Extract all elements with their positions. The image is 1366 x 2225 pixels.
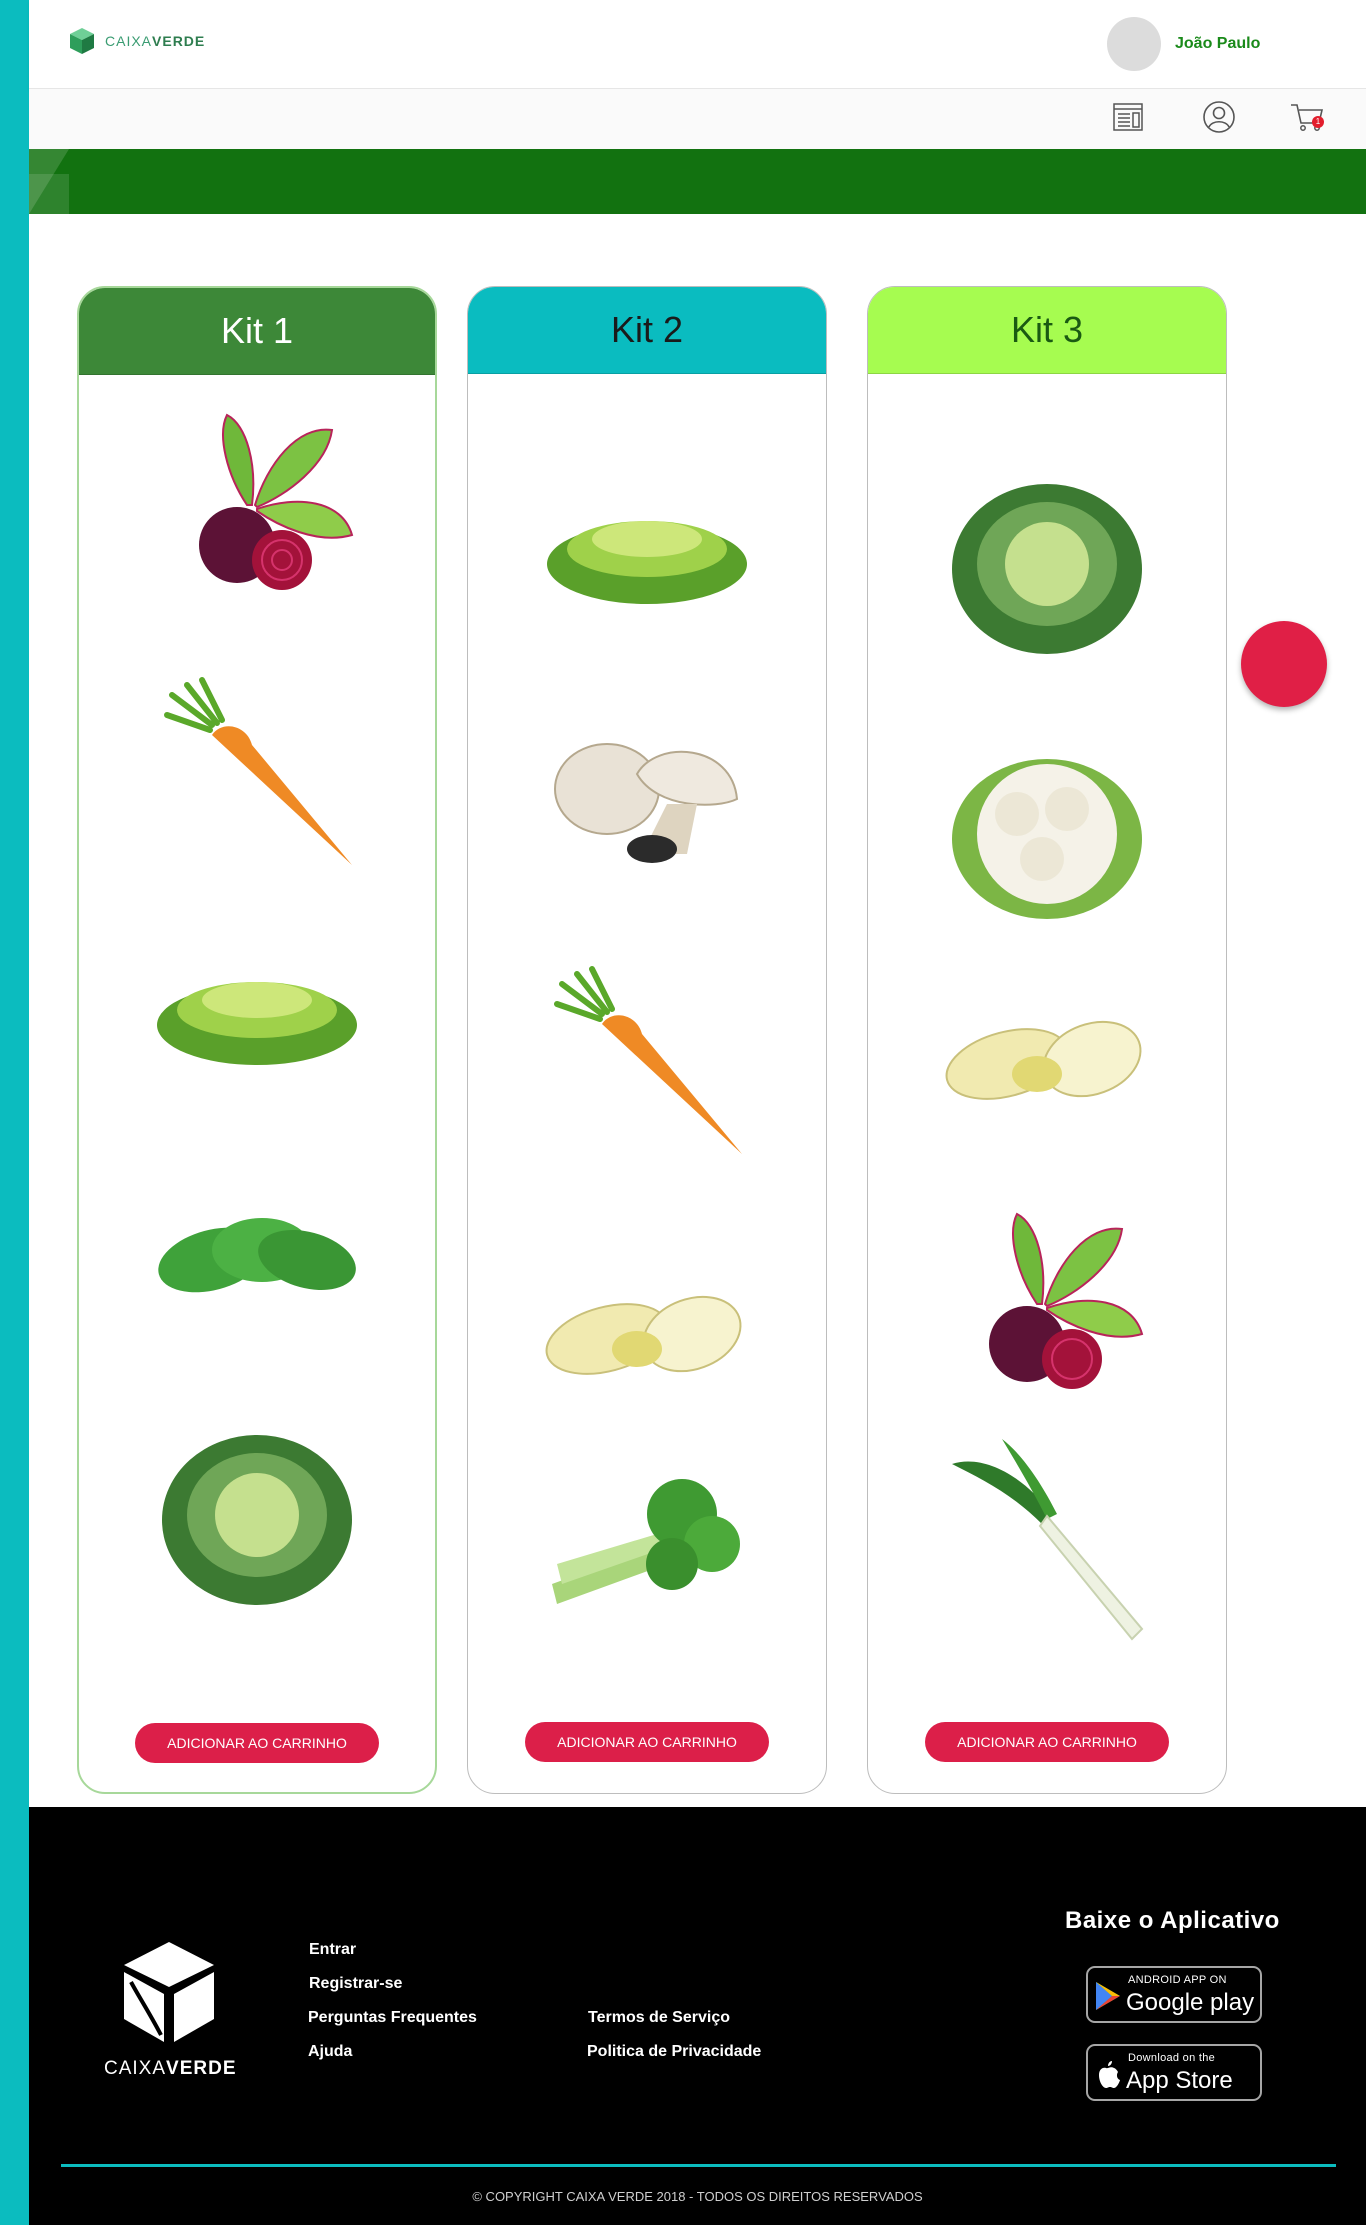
app-store-small-text: Download on the bbox=[1128, 2052, 1216, 2064]
cube-logo-icon bbox=[70, 28, 94, 54]
endive-image bbox=[545, 1295, 742, 1375]
green-banner bbox=[29, 149, 1366, 214]
newspaper-icon[interactable] bbox=[1110, 99, 1146, 135]
google-play-icon bbox=[1096, 1982, 1120, 2010]
footer-link-registrar[interactable]: Registrar-se bbox=[309, 1975, 402, 1993]
add-to-cart-button[interactable]: ADICIONAR AO CARRINHO bbox=[135, 1723, 379, 1763]
carrot-image bbox=[164, 677, 352, 865]
cube-logo-icon bbox=[124, 1942, 214, 2042]
app-download-title: Baixe o Aplicativo bbox=[1065, 1907, 1280, 1934]
app-store-badge[interactable]: Download on the App Store bbox=[1086, 2044, 1262, 2101]
kit-card-2: Kit 2 ADICIONAR AO CARRINHO bbox=[467, 286, 827, 1794]
endive-image bbox=[945, 1020, 1142, 1100]
user-name[interactable]: João Paulo bbox=[1175, 35, 1260, 53]
footer-brand-name: CAIXAVERDE bbox=[104, 2058, 237, 2079]
avatar[interactable] bbox=[1107, 17, 1161, 71]
footer-link-entrar[interactable]: Entrar bbox=[309, 1941, 356, 1959]
google-play-badge[interactable]: ANDROID APP ON Google play bbox=[1086, 1966, 1262, 2023]
app-store-big-text: App Store bbox=[1126, 2067, 1233, 2094]
brand-name: CAIXAVERDE bbox=[105, 33, 206, 49]
user-menu[interactable]: João Paulo bbox=[1107, 17, 1260, 71]
cart-count-badge: 1 bbox=[1312, 116, 1324, 128]
celery-image bbox=[552, 1479, 740, 1604]
footer-link-faq[interactable]: Perguntas Frequentes bbox=[308, 2009, 477, 2027]
lettuce-image bbox=[547, 521, 747, 604]
lettuce-image bbox=[157, 982, 357, 1065]
leek-image bbox=[952, 1439, 1144, 1641]
apple-icon bbox=[1099, 2061, 1120, 2088]
kit-title: Kit 1 bbox=[79, 288, 435, 375]
left-accent-strip bbox=[0, 0, 29, 2225]
cauliflower-image bbox=[952, 759, 1142, 919]
cabbage-image bbox=[952, 484, 1142, 654]
floating-action-button[interactable] bbox=[1241, 621, 1327, 707]
kit-card-3: Kit 3 ADICIONAR AO CARRINHO bbox=[867, 286, 1227, 1794]
footer-divider bbox=[61, 2164, 1336, 2167]
google-play-big-text: Google play bbox=[1126, 1989, 1255, 2016]
spinach-image bbox=[158, 1218, 356, 1293]
footer-link-termos[interactable]: Termos de Serviço bbox=[588, 2009, 730, 2027]
top-header: CAIXAVERDE João Paulo bbox=[29, 0, 1366, 89]
footer-link-privacidade[interactable]: Politica de Privacidade bbox=[587, 2043, 761, 2061]
beet-image bbox=[989, 1212, 1144, 1389]
mushroom-image bbox=[554, 743, 739, 863]
add-to-cart-button[interactable]: ADICIONAR AO CARRINHO bbox=[925, 1722, 1169, 1762]
footer: CAIXAVERDE Entrar Registrar-se Perguntas… bbox=[29, 1807, 1366, 2225]
carrot-image bbox=[554, 966, 742, 1154]
kit-card-1: Kit 1 ADICIONAR AO CARRINHO bbox=[77, 286, 437, 1794]
footer-logo[interactable]: CAIXAVERDE bbox=[104, 1937, 237, 2080]
kit-title: Kit 3 bbox=[868, 287, 1226, 374]
kit-items: ADICIONAR AO CARRINHO bbox=[79, 375, 435, 1792]
user-circle-icon[interactable] bbox=[1201, 99, 1237, 135]
kit-items: ADICIONAR AO CARRINHO bbox=[868, 374, 1226, 1793]
footer-link-ajuda[interactable]: Ajuda bbox=[308, 2043, 352, 2061]
cabbage-image bbox=[162, 1435, 352, 1605]
banner-decoration bbox=[29, 174, 69, 214]
cart-button[interactable]: 1 bbox=[1289, 99, 1325, 135]
add-to-cart-button[interactable]: ADICIONAR AO CARRINHO bbox=[525, 1722, 769, 1762]
beet-image bbox=[199, 413, 354, 590]
brand-logo[interactable]: CAIXAVERDE bbox=[67, 26, 205, 56]
kit-title: Kit 2 bbox=[468, 287, 826, 374]
icon-toolbar: 1 bbox=[29, 89, 1366, 149]
copyright-text: © COPYRIGHT CAIXA VERDE 2018 - TODOS OS … bbox=[472, 2189, 923, 2204]
google-play-small-text: ANDROID APP ON bbox=[1128, 1974, 1227, 1986]
kit-items: ADICIONAR AO CARRINHO bbox=[468, 374, 826, 1793]
